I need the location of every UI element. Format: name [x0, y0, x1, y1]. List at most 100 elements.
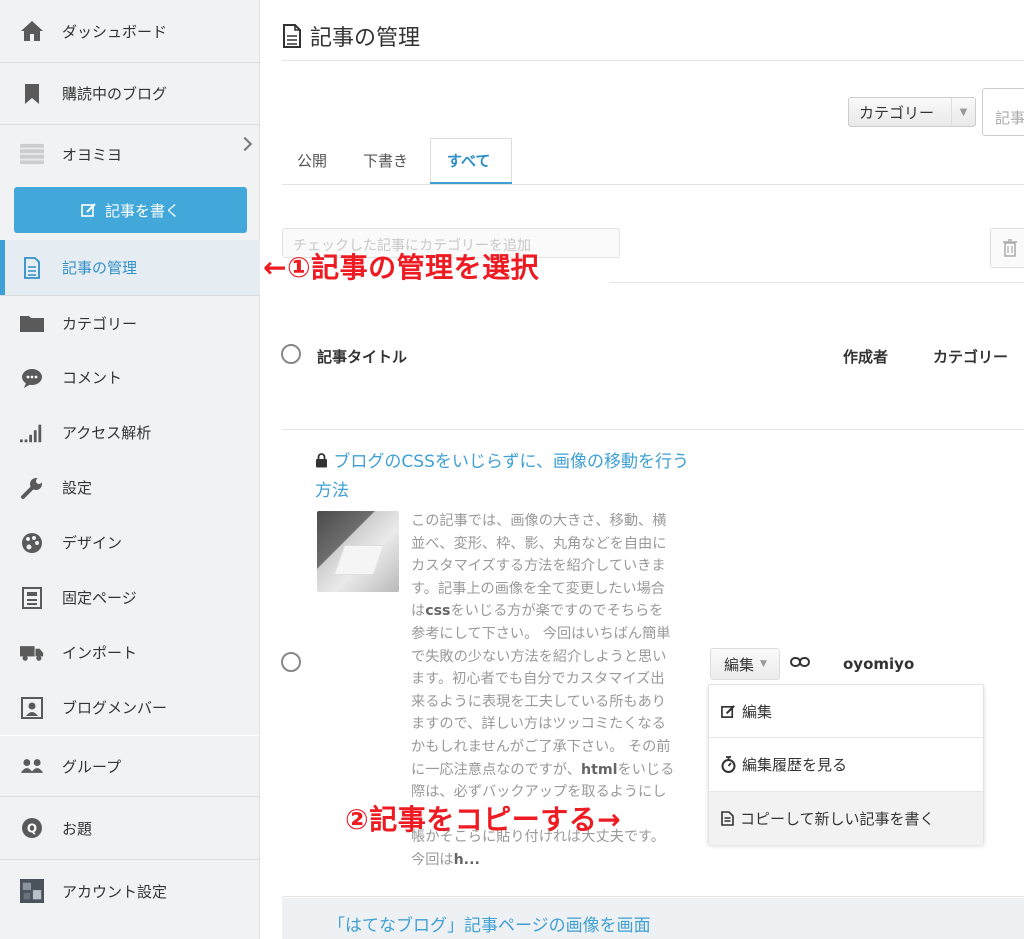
- sidebar-item-account-settings[interactable]: アカウント設定: [0, 860, 260, 922]
- menu-item-label: 編集履歴を見る: [742, 756, 848, 774]
- edit-icon: [721, 705, 735, 718]
- article-excerpt-line: この記事では、画像の大きさ、移動、横: [411, 513, 667, 529]
- sidebar-item-dashboard[interactable]: ダッシュボード: [0, 0, 260, 62]
- edit-icon: [81, 203, 96, 217]
- search-input[interactable]: 記事: [982, 88, 1024, 136]
- article-title-text: ブログのCSSをいじらずに、画像の移動を行う方法: [315, 452, 690, 501]
- lock-icon: [316, 453, 327, 468]
- column-header-author: 作成者: [843, 348, 889, 366]
- svg-text:Q: Q: [27, 822, 37, 836]
- document-icon: [20, 256, 44, 280]
- sidebar-item-label: グループ: [62, 757, 122, 776]
- delete-button[interactable]: [990, 228, 1024, 268]
- column-header-title: 記事タイトル: [317, 348, 408, 366]
- edit-dropdown-menu: 編集 編集履歴を見る コピーして新しい記事を書く: [708, 684, 984, 845]
- truck-icon: [20, 641, 44, 665]
- link-icon[interactable]: [790, 654, 810, 673]
- page-title: 記事の管理: [282, 20, 420, 52]
- article-excerpt-line: かもしれませんがご了承下さい。 その前: [411, 738, 671, 755]
- sidebar-item-blog[interactable]: オヨミヨ: [0, 125, 260, 183]
- group-icon: [20, 754, 44, 778]
- menu-item-copy-new-article[interactable]: コピーして新しい記事を書く: [709, 792, 983, 845]
- article-excerpt-line: 来るように表現を工夫している所もあり: [411, 693, 666, 710]
- write-article-button[interactable]: 記事を書く: [14, 187, 247, 233]
- sidebar-item-label: ブログメンバー: [62, 699, 168, 717]
- article-excerpt-line: ます。初心者でも自分でカスタマイズ出: [411, 671, 665, 688]
- member-icon: [20, 696, 44, 720]
- chevron-down-icon: ▼: [951, 98, 975, 126]
- folder-icon: [20, 311, 44, 335]
- sidebar: ダッシュボード 購読中のブログ オヨミヨ 記事を書く 記事の管理 カテゴリー コ…: [0, 0, 260, 939]
- account-avatar-icon: [20, 879, 44, 903]
- tab-drafts[interactable]: 下書き: [363, 150, 408, 171]
- sidebar-item-label: アカウント設定: [62, 882, 168, 901]
- article-thumbnail: [317, 511, 399, 592]
- category-filter-value: カテゴリー: [859, 103, 935, 122]
- article-title-link[interactable]: ブログのCSSをいじらずに、画像の移動を行う方法: [315, 448, 695, 506]
- article-checkbox[interactable]: [281, 652, 301, 672]
- header-divider: [282, 429, 1024, 430]
- comment-icon: [20, 366, 44, 390]
- sidebar-item-label: カテゴリー: [62, 314, 138, 333]
- palette-icon: [20, 531, 44, 555]
- app-root: ダッシュボード 購読中のブログ オヨミヨ 記事を書く 記事の管理 カテゴリー コ…: [0, 0, 1024, 939]
- toolbar-divider: [610, 282, 1024, 283]
- annotation-step-1: ←①記事の管理を選択: [263, 251, 540, 284]
- sidebar-item-analytics[interactable]: アクセス解析: [0, 405, 260, 460]
- caret-down-icon: ▼: [760, 659, 767, 669]
- sidebar-item-article-management[interactable]: 記事の管理: [0, 240, 260, 295]
- sidebar-item-label: お題: [62, 819, 93, 838]
- sidebar-item-label: コメント: [62, 369, 123, 387]
- search-placeholder: 記事: [995, 109, 1024, 127]
- next-article-title-link[interactable]: 「はてなブログ」記事ページの画像を画面: [328, 911, 651, 936]
- fixed-page-icon: [20, 586, 44, 610]
- page-title-text: 記事の管理: [310, 26, 421, 51]
- sidebar-item-fixed-page[interactable]: 固定ページ: [0, 570, 260, 625]
- write-article-label: 記事を書く: [104, 201, 180, 220]
- article-excerpt-line: カスタマイズする方法を紹介していきま: [411, 558, 666, 575]
- edit-button-label: 編集: [724, 655, 755, 674]
- article-excerpt-line: ますので、詳しい方はツッコミたくなる: [411, 716, 666, 733]
- sidebar-item-label: 購読中のブログ: [62, 85, 168, 103]
- article-excerpt-line: はcssをいじる方が楽ですのでそちらを: [411, 603, 664, 620]
- blog-avatar-icon: [20, 142, 44, 166]
- bar-chart-icon: [20, 421, 44, 445]
- sidebar-item-settings[interactable]: 設定: [0, 460, 260, 515]
- sidebar-item-label: インポート: [62, 644, 138, 662]
- topic-icon: Q: [20, 816, 44, 840]
- sidebar-item-blog-members[interactable]: ブログメンバー: [0, 680, 260, 735]
- sidebar-item-label: ダッシュボード: [62, 22, 168, 41]
- sidebar-item-subscriptions[interactable]: 購読中のブログ: [0, 63, 260, 124]
- menu-item-history[interactable]: 編集履歴を見る: [709, 738, 983, 791]
- sidebar-item-group[interactable]: グループ: [0, 736, 260, 796]
- category-filter-select[interactable]: カテゴリー ▼: [848, 97, 976, 127]
- sidebar-item-category[interactable]: カテゴリー: [0, 296, 260, 350]
- menu-item-label: コピーして新しい記事を書く: [740, 810, 935, 828]
- stopwatch-icon: [721, 756, 736, 773]
- home-icon: [20, 19, 44, 43]
- sidebar-item-comment[interactable]: コメント: [0, 350, 260, 405]
- sidebar-item-label: 設定: [62, 479, 93, 497]
- wrench-icon: [20, 476, 44, 500]
- tab-all[interactable]: すべて: [447, 150, 490, 171]
- article-excerpt-line: に一応注意点なのですが、htmlをいじる: [411, 761, 675, 778]
- article-excerpt-line: 今回はh...: [411, 851, 480, 868]
- edit-dropdown-button[interactable]: 編集 ▼: [710, 648, 780, 680]
- tab-published[interactable]: 公開: [297, 150, 327, 171]
- select-all-checkbox[interactable]: [281, 344, 301, 364]
- sidebar-item-label: デザイン: [62, 534, 123, 552]
- title-divider: [282, 60, 1024, 61]
- sidebar-item-label: アクセス解析: [62, 424, 152, 442]
- document-icon: [721, 811, 734, 826]
- menu-item-edit[interactable]: 編集: [709, 685, 983, 738]
- row-divider: [282, 896, 1024, 897]
- sidebar-item-design[interactable]: デザイン: [0, 515, 260, 570]
- sidebar-item-import[interactable]: インポート: [0, 625, 260, 680]
- sidebar-item-topic[interactable]: Q お題: [0, 797, 260, 859]
- sidebar-item-label: 固定ページ: [62, 589, 137, 607]
- annotation-step-2: ②記事をコピーする→: [345, 803, 622, 836]
- chevron-right-icon: [237, 136, 253, 152]
- sidebar-item-label: 記事の管理: [62, 259, 138, 277]
- menu-item-label: 編集: [742, 703, 773, 721]
- bookmark-icon: [20, 82, 44, 106]
